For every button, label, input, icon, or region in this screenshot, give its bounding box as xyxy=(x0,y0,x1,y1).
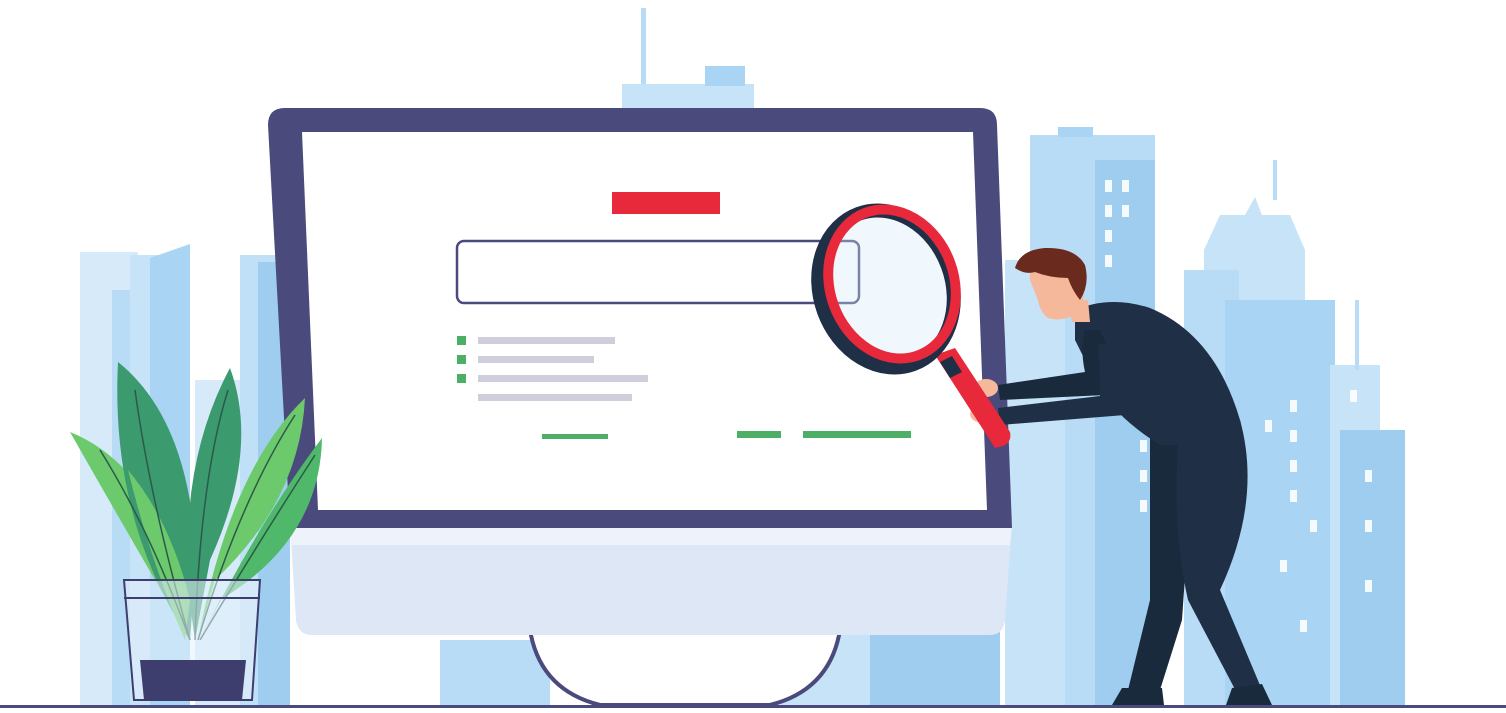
pot-soil xyxy=(140,660,246,700)
action-line xyxy=(737,431,781,438)
action-line xyxy=(542,434,608,439)
building xyxy=(705,66,745,86)
monitor-stand xyxy=(527,628,843,707)
building xyxy=(1355,300,1359,370)
building xyxy=(1005,260,1065,707)
list-line xyxy=(478,337,615,344)
building xyxy=(1058,127,1093,137)
building xyxy=(1273,160,1277,200)
search-illustration xyxy=(0,8,1506,708)
list-line xyxy=(478,356,594,363)
list-bullet xyxy=(457,355,466,364)
list-line xyxy=(478,394,632,401)
building xyxy=(1340,430,1405,707)
ground-line xyxy=(0,705,1506,708)
page-title-bar xyxy=(612,192,720,214)
action-line xyxy=(803,431,911,438)
building xyxy=(641,8,646,88)
list-bullet xyxy=(457,374,466,383)
search-box xyxy=(455,239,861,305)
list-line xyxy=(478,375,648,382)
list-bullet xyxy=(457,336,466,345)
